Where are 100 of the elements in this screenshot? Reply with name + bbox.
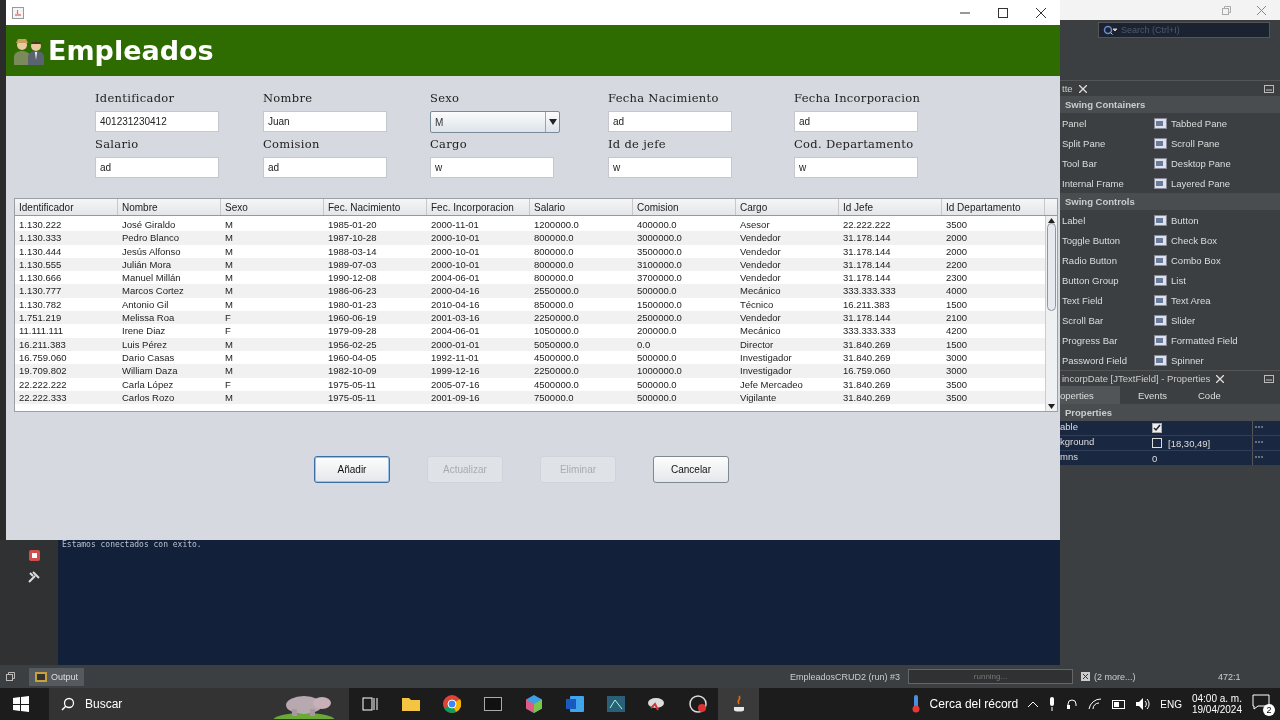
table-cell-text: Jesús Alfonso: [121, 244, 182, 258]
column-header[interactable]: Salario: [530, 199, 633, 215]
palette-item[interactable]: Tabbed Pane: [1152, 113, 1262, 133]
text-field[interactable]: 401231230412: [95, 111, 219, 132]
text-field[interactable]: w: [430, 157, 554, 178]
palette-item[interactable]: Tool Bar: [1060, 153, 1152, 173]
table-cell-text: 500000.0: [636, 390, 678, 405]
text-field[interactable]: w: [608, 157, 732, 178]
palette-item[interactable]: Spinner: [1152, 350, 1262, 370]
headset-icon: [1066, 698, 1079, 710]
table-cell-text: Julián Mora: [121, 257, 173, 272]
ellipsis-icon[interactable]: [1252, 451, 1264, 465]
column-header[interactable]: Id Jefe: [839, 199, 942, 215]
palette-item[interactable]: Text Area: [1152, 290, 1262, 310]
text-field[interactable]: ad: [608, 111, 732, 132]
palette-item[interactable]: Desktop Pane: [1152, 153, 1262, 173]
scrollbar[interactable]: [1045, 216, 1057, 411]
table-cell-text: Vigilante: [739, 390, 778, 405]
palette-item[interactable]: Scroll Bar: [1060, 310, 1152, 330]
palette-item[interactable]: Combo Box: [1152, 250, 1262, 270]
table-cell-text: 800000.0: [533, 231, 575, 245]
palette-item[interactable]: Label: [1060, 210, 1152, 230]
maximize-icon: [998, 7, 1008, 18]
field-label: Nombre: [263, 91, 314, 107]
palette-item[interactable]: Panel: [1060, 113, 1152, 133]
component-icon: [1154, 117, 1167, 129]
table-cell-text: 1.130.222: [18, 218, 63, 232]
component-icon: [1154, 137, 1167, 149]
column-header[interactable]: Cargo: [736, 199, 839, 215]
palette-item[interactable]: Formatted Field: [1152, 330, 1262, 350]
palette-item[interactable]: Text Field: [1060, 290, 1152, 310]
text-field[interactable]: Juan: [263, 111, 387, 132]
table-cell-text: 2001-03-16: [430, 311, 481, 325]
ellipsis-icon[interactable]: [1252, 436, 1264, 450]
palette-item[interactable]: Slider: [1152, 310, 1262, 330]
component-icon: [1154, 254, 1167, 266]
component-icon: [1154, 274, 1167, 286]
column-header[interactable]: Identificador: [15, 199, 118, 215]
table-cell-text: 2250000.0: [533, 311, 580, 325]
table-cell-text: 31.178.144: [842, 257, 892, 272]
properties-tab[interactable]: operties: [1060, 386, 1120, 404]
text-field[interactable]: w: [794, 157, 918, 178]
sexo-combo[interactable]: M: [430, 111, 560, 133]
palette-item[interactable]: Layered Pane: [1152, 173, 1262, 193]
table-cell-text: Vendedor: [739, 257, 782, 272]
palette-item[interactable]: List: [1152, 270, 1262, 290]
clock-time[interactable]: 04:00 a. m.: [1191, 693, 1242, 704]
table-cell-text: 3500: [945, 218, 969, 232]
text-field[interactable]: ad: [794, 111, 918, 132]
palette-item[interactable]: Button: [1152, 210, 1262, 230]
table-cell-text: 2550000.0: [533, 284, 580, 298]
text-field[interactable]: ad: [95, 157, 219, 178]
action-button[interactable]: Cancelar: [653, 456, 729, 483]
palette-item[interactable]: Internal Frame: [1060, 173, 1152, 193]
clock-date[interactable]: 19/04/2024: [1191, 704, 1242, 715]
property-value: 0: [1152, 452, 1158, 464]
table-cell-text: 1956-02-25: [327, 337, 378, 351]
table-cell-text: Jefe Mercadeo: [739, 377, 804, 391]
panel-title: incorpDate [JTextField] - Properties: [1062, 373, 1211, 384]
search-field[interactable]: Buscar: [49, 688, 349, 720]
window-heading: Empleados: [48, 35, 214, 66]
palette-item[interactable]: Scroll Pane: [1152, 133, 1262, 153]
column-header[interactable]: Fec. Nacimiento: [324, 199, 427, 215]
column-header[interactable]: Id Departamento: [942, 199, 1045, 215]
palette-item[interactable]: Toggle Button: [1060, 230, 1152, 250]
table-cell-text: 200000.0: [636, 324, 678, 338]
table-cell-text: 3500: [945, 377, 969, 391]
palette-item[interactable]: Check Box: [1152, 230, 1262, 250]
battery-icon: [1112, 699, 1127, 709]
output-tab[interactable]: Output: [29, 667, 85, 686]
column-header[interactable]: Comision: [633, 199, 736, 215]
table-cell-text: 11.111.111: [18, 324, 65, 338]
properties-tab[interactable]: Code: [1180, 386, 1240, 404]
more-processes-link[interactable]: (2 more...): [1094, 671, 1174, 682]
column-header[interactable]: Fec. Incorporacion: [427, 199, 530, 215]
palette-item[interactable]: Progress Bar: [1060, 330, 1152, 350]
palette-item[interactable]: Button Group: [1060, 270, 1152, 290]
language-indicator[interactable]: ENG: [1160, 698, 1182, 710]
text-field[interactable]: ad: [263, 157, 387, 178]
palette-section[interactable]: Swing Controls: [1060, 193, 1280, 210]
palette-item[interactable]: Password Field: [1060, 350, 1152, 370]
properties-tab[interactable]: Events: [1120, 386, 1180, 404]
notification-count: 2: [1263, 704, 1275, 716]
palette-item[interactable]: Split Pane: [1060, 133, 1152, 153]
ellipsis-icon[interactable]: [1252, 421, 1264, 435]
column-header[interactable]: Nombre: [118, 199, 221, 215]
table-cell-text: 1988-03-14: [327, 244, 378, 258]
table-cell-text: Luis Pérez: [121, 337, 168, 351]
action-button[interactable]: Añadir: [314, 456, 390, 483]
table-cell-text: 2000-04-16: [430, 284, 481, 298]
properties-section[interactable]: Properties: [1060, 404, 1280, 421]
column-header[interactable]: Sexo: [221, 199, 324, 215]
terminal-icon: [483, 697, 502, 711]
table-cell-text: 2000-10-01: [430, 231, 481, 245]
palette-section[interactable]: Swing Containers: [1060, 96, 1280, 113]
table-cell-text: 4200: [945, 324, 969, 338]
field-label: Fecha Incorporacion: [794, 91, 922, 107]
weather-text[interactable]: Cerca del récord: [929, 697, 1019, 711]
palette-item[interactable]: Radio Button: [1060, 250, 1152, 270]
employees-table[interactable]: [14, 198, 1058, 412]
